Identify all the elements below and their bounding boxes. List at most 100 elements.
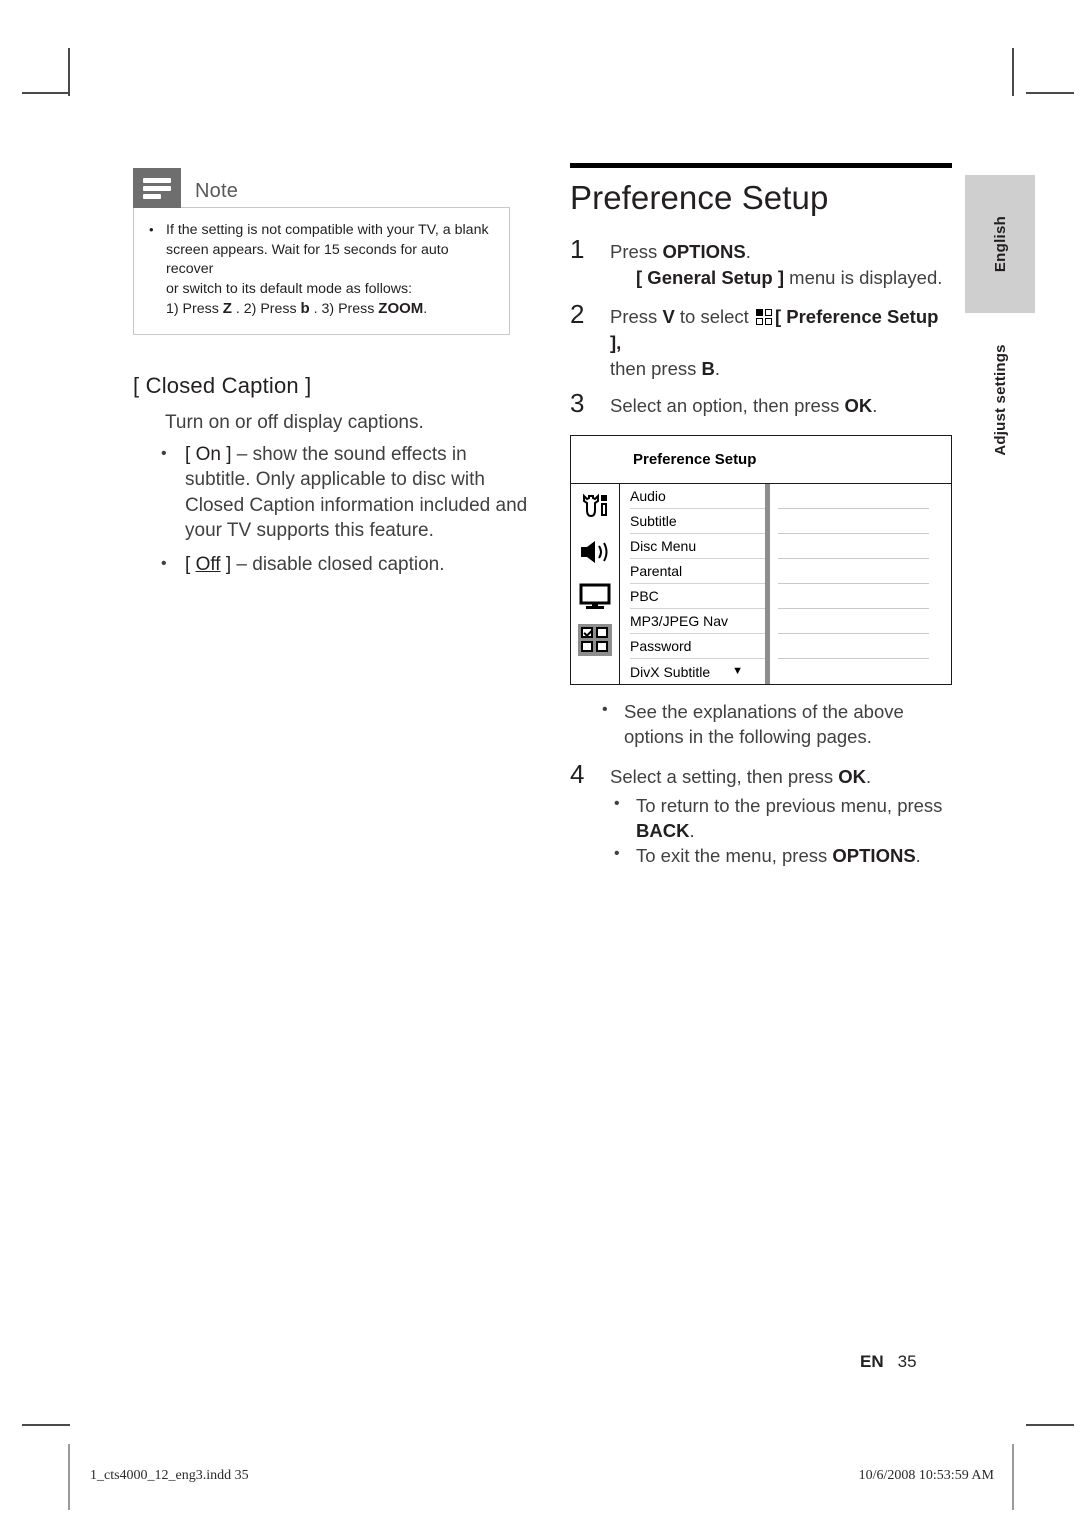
post-screenshot-note: See the explanations of the above option…: [598, 697, 952, 749]
left-column: Note If the setting is not compatible wi…: [133, 168, 533, 577]
device-screen-title-bar: Preference Setup: [571, 436, 951, 485]
device-screen-title: Preference Setup: [633, 451, 757, 469]
note-title: Note: [195, 180, 239, 202]
step-1-text-a: Press: [610, 241, 663, 263]
step-3: 3 Select an option, then press OK.: [570, 390, 952, 419]
page-title: Preference Setup: [570, 179, 829, 216]
option-on: [ On ] – show the sound effects in subti…: [133, 441, 533, 544]
footer-rule-right: [1012, 1444, 1014, 1510]
step-2-body: Press V to select [ Preference Setup ], …: [610, 301, 952, 382]
note-line-3: or switch to its default mode as follows…: [166, 280, 413, 297]
step-4-body: Select a setting, then press OK. To retu…: [610, 761, 952, 868]
language-tab-label: English: [991, 215, 1009, 273]
step-4-bullet-exit: To exit the menu, press OPTIONS.: [610, 841, 952, 868]
option-on-text: – show the sound effects in subtitle. On…: [185, 443, 528, 542]
step-3-text-b: .: [872, 395, 878, 417]
step-2-text-b: to select: [674, 306, 754, 328]
device-screenshot: Preference Setup Audio Subtitle Disc Men…: [570, 435, 952, 686]
device-row-disc-menu[interactable]: Disc Menu: [630, 534, 765, 560]
title-rule: [570, 163, 952, 168]
device-value-mp3-jpeg-nav[interactable]: [778, 609, 929, 635]
device-value-disc-menu[interactable]: [778, 534, 929, 560]
note-line-4-b: . 2) Press: [231, 301, 301, 317]
device-value-divx-subtitle[interactable]: [778, 659, 929, 684]
step-2: 2 Press V to select [ Preference Setup ]…: [570, 301, 952, 382]
key-v: V: [662, 306, 675, 328]
steps-list: 1 Press OPTIONS. [ General Setup ] menu …: [570, 236, 952, 419]
section-tab-label: Adjust settings: [991, 344, 1009, 456]
tv-icon: [578, 580, 612, 612]
device-value-audio[interactable]: [778, 484, 929, 510]
page-number-prefix: EN: [860, 1352, 884, 1371]
grid-check-icon[interactable]: [578, 624, 612, 657]
step-4-bullets: To return to the previous menu, press BA…: [610, 791, 952, 868]
key-options: OPTIONS: [662, 241, 746, 263]
step-4-bullet-back: To return to the previous menu, press BA…: [610, 791, 952, 843]
language-tab: English: [965, 175, 1035, 313]
device-option-values: [770, 484, 951, 684]
note-list-item: If the setting is not compatible with yo…: [146, 220, 495, 320]
device-row-audio[interactable]: Audio: [630, 484, 765, 510]
option-on-label: [ On ]: [185, 443, 232, 465]
device-value-parental[interactable]: [778, 559, 929, 585]
device-row-subtitle[interactable]: Subtitle: [630, 509, 765, 535]
crop-mark-top-left-v: [68, 48, 70, 96]
step-2-text-e: .: [714, 358, 721, 380]
key-z: Z: [222, 300, 232, 317]
option-off-text: – disable closed caption.: [231, 553, 445, 575]
device-option-labels: Audio Subtitle Disc Menu Parental PBC MP…: [620, 484, 770, 685]
crop-mark-top-right-h: [1026, 92, 1074, 94]
key-ok-4: OK: [838, 766, 867, 788]
device-icon-rail: [571, 484, 620, 685]
device-row-parental[interactable]: Parental: [630, 559, 765, 585]
step-1-text-b: .: [745, 241, 751, 263]
footer-filename: 1_cts4000_12_eng3.indd 35: [90, 1468, 249, 1483]
note-line-2: screen appears. Wait for 15 seconds for …: [166, 241, 449, 278]
step-2-number: 2: [570, 299, 585, 330]
note-box: If the setting is not compatible with yo…: [133, 207, 510, 335]
closed-caption-heading: [ Closed Caption ]: [133, 372, 312, 398]
device-value-password[interactable]: [778, 634, 929, 660]
option-off-label: [ Off ]: [185, 553, 232, 575]
crop-mark-top-left-h: [22, 92, 70, 94]
step-3-text-a: Select an option, then press: [610, 395, 845, 417]
post-screenshot-note-item: See the explanations of the above option…: [598, 697, 952, 749]
note-line-4-a: 1) Press: [166, 301, 223, 317]
closed-caption-description: Turn on or off display captions.: [165, 411, 424, 433]
crop-mark-bottom-right-h: [1026, 1424, 1074, 1426]
note-header: Note: [133, 168, 533, 208]
note-list: If the setting is not compatible with yo…: [146, 220, 495, 320]
step-1-number: 1: [570, 234, 585, 265]
key-zoom: ZOOM: [378, 300, 424, 317]
device-row-pbc[interactable]: PBC: [630, 584, 765, 610]
document-page: Note If the setting is not compatible wi…: [0, 0, 1080, 1524]
device-row-password[interactable]: Password: [630, 634, 765, 660]
device-screen-body: Audio Subtitle Disc Menu Parental PBC MP…: [571, 484, 951, 685]
crop-mark-bottom-left-h: [22, 1424, 70, 1426]
general-setup-menu-label: [ General Setup ]: [636, 267, 785, 289]
device-row-divx-subtitle[interactable]: DivX Subtitle ▼: [630, 659, 765, 684]
device-value-pbc[interactable]: [778, 584, 929, 610]
key-options-exit: OPTIONS: [832, 845, 916, 867]
page-number: EN 35: [860, 1352, 917, 1372]
section-tab: Adjust settings: [965, 325, 1035, 475]
tools-icon: [578, 492, 612, 524]
step-1-sub: [ General Setup ] menu is displayed.: [636, 265, 942, 291]
step-1: 1 Press OPTIONS. [ General Setup ] menu …: [570, 236, 952, 291]
key-b-right: B: [701, 358, 715, 380]
step-1-body: Press OPTIONS. [ General Setup ] menu is…: [610, 236, 942, 291]
device-value-subtitle[interactable]: [778, 509, 929, 535]
preference-grid-icon: [755, 309, 773, 326]
step-4-number: 4: [570, 759, 585, 790]
step-2-text-a: Press: [610, 306, 663, 328]
device-row-mp3-jpeg-nav[interactable]: MP3/JPEG Nav: [630, 609, 765, 635]
crop-mark-top-right-v: [1012, 48, 1014, 96]
option-off: [ Off ] – disable closed caption.: [133, 551, 533, 578]
note-line-4-d: .: [423, 301, 428, 317]
step-2-text-d: then press: [610, 358, 702, 380]
key-b: b: [300, 300, 310, 317]
speaker-icon: [578, 536, 612, 568]
chevron-down-icon[interactable]: ▼: [732, 666, 743, 677]
page-number-value: 35: [897, 1352, 917, 1371]
step-3-body: Select an option, then press OK.: [610, 390, 877, 419]
